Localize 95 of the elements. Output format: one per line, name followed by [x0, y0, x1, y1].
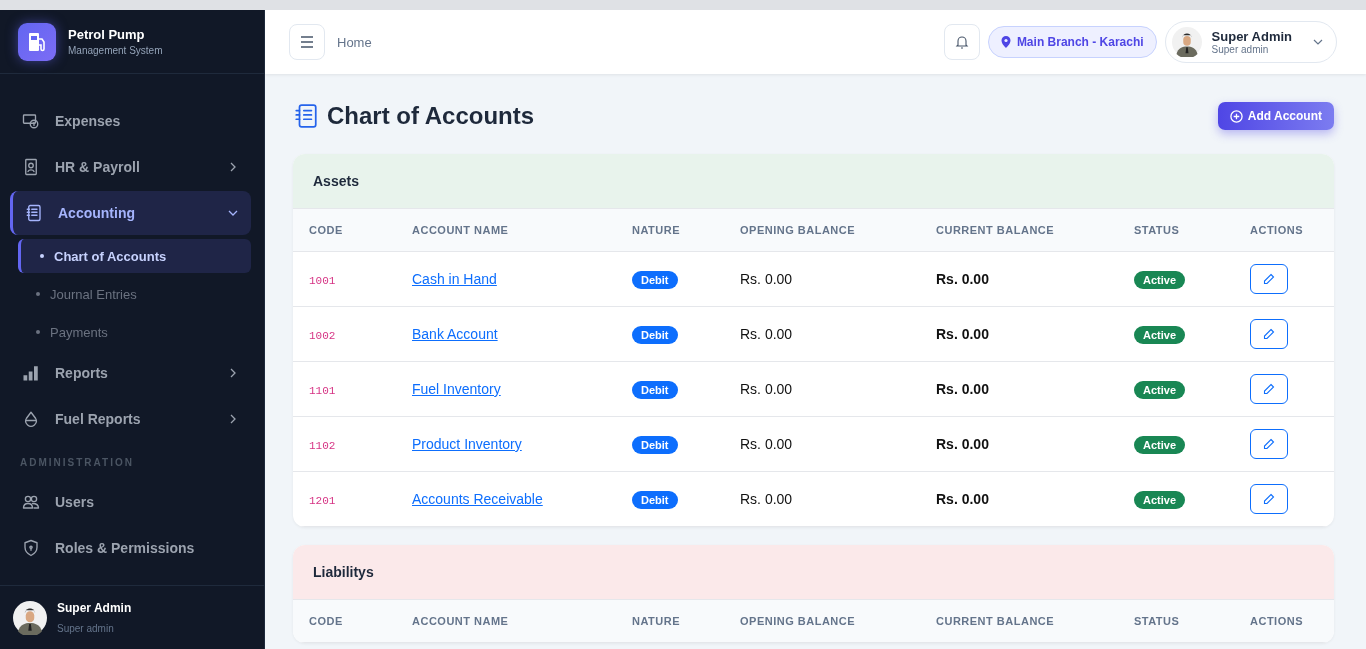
sidebar-item[interactable]: Users [10, 480, 251, 524]
submenu-item[interactable]: Journal Entries [18, 277, 251, 311]
ledger-icon [293, 103, 319, 129]
ledger-icon [25, 204, 43, 222]
column-header: CURRENT BALANCE [936, 224, 1055, 236]
section-title: Liabilitys [313, 564, 374, 580]
column-header: STATUS [1134, 615, 1180, 627]
edit-button[interactable] [1250, 264, 1288, 294]
opening-balance: Rs. 0.00 [740, 491, 793, 507]
app-subtitle: Management System [68, 45, 163, 56]
branch-selector[interactable]: Main Branch - Karachi [987, 26, 1157, 58]
opening-balance: Rs. 0.00 [740, 326, 793, 342]
breadcrumb: Home [337, 34, 373, 50]
section-title: Assets [313, 173, 359, 189]
opening-balance: Rs. 0.00 [740, 271, 793, 287]
account-link[interactable]: Product Inventory [412, 436, 522, 452]
status-badge: Active [1134, 271, 1186, 289]
page-title: Chart of Accounts [327, 102, 536, 130]
column-header: NATURE [632, 615, 680, 627]
column-header: ACTIONS [1250, 615, 1303, 627]
status-badge: Active [1134, 491, 1186, 509]
sidebar-item[interactable]: Fuel Reports [10, 397, 251, 441]
sidebar-item[interactable]: Reports [10, 351, 251, 395]
account-code: 1101 [309, 385, 336, 397]
account-link[interactable]: Bank Account [412, 326, 498, 342]
avatar-icon [1171, 27, 1202, 57]
section-heading: ADMINISTRATION [19, 456, 135, 470]
account-code: 1102 [309, 440, 336, 452]
submenu-item[interactable]: Payments [18, 315, 251, 349]
column-header: OPENING BALANCE [740, 224, 856, 236]
current-balance: Rs. 0.00 [936, 491, 989, 507]
nature-badge: Debit [632, 326, 678, 344]
account-code: 1201 [309, 495, 336, 507]
column-header: CODE [309, 615, 343, 627]
column-header: NATURE [632, 224, 680, 236]
edit-button[interactable] [1250, 484, 1288, 514]
logo-icon [18, 22, 56, 61]
pencil-icon [1263, 493, 1275, 505]
edit-button[interactable] [1250, 374, 1288, 404]
opening-balance: Rs. 0.00 [740, 381, 793, 397]
status-badge: Active [1134, 326, 1186, 344]
account-link[interactable]: Cash in Hand [412, 271, 497, 287]
id-card-icon [22, 158, 40, 176]
column-header: ACCOUNT NAME [412, 615, 509, 627]
sidebar-item[interactable]: Expenses [10, 99, 251, 143]
submenu-item[interactable]: Chart of Accounts [18, 239, 251, 273]
nature-badge: Debit [632, 491, 678, 509]
drop-icon [22, 410, 40, 428]
current-balance: Rs. 0.00 [936, 436, 989, 452]
menu-button[interactable] [289, 24, 325, 60]
column-header: STATUS [1134, 224, 1180, 236]
current-balance: Rs. 0.00 [936, 326, 989, 342]
plus-circle-icon [1229, 109, 1243, 123]
user-name: Super Admin [57, 601, 132, 615]
user-name: Super Admin [1211, 29, 1292, 44]
sidebar-item[interactable]: Roles & Permissions [10, 526, 251, 570]
opening-balance: Rs. 0.00 [740, 436, 793, 452]
column-header: ACTIONS [1250, 224, 1303, 236]
column-header: CURRENT BALANCE [936, 615, 1055, 627]
current-balance: Rs. 0.00 [936, 381, 989, 397]
profile-menu[interactable]: Super Admin Super admin [1164, 21, 1337, 63]
menu-icon [300, 36, 314, 48]
sidebar-item[interactable]: HR & Payroll [10, 145, 251, 189]
app-title: Petrol Pump [68, 27, 146, 42]
pencil-icon [1263, 438, 1275, 450]
account-link[interactable]: Fuel Inventory [412, 381, 501, 397]
nature-badge: Debit [632, 436, 678, 454]
location-pin-icon [1000, 36, 1011, 48]
users-icon [22, 493, 40, 511]
nature-badge: Debit [632, 381, 678, 399]
pencil-icon [1263, 328, 1275, 340]
edit-button[interactable] [1250, 429, 1288, 459]
avatar-icon [13, 600, 47, 635]
column-header: ACCOUNT NAME [412, 224, 509, 236]
bar-chart-icon [22, 364, 40, 382]
column-header: OPENING BALANCE [740, 615, 856, 627]
notification-button[interactable] [943, 24, 980, 60]
user-role: Super admin [1211, 44, 1270, 55]
status-badge: Active [1134, 381, 1186, 399]
shield-icon [22, 539, 40, 557]
nature-badge: Debit [632, 271, 678, 289]
money-icon [22, 112, 40, 130]
sidebar-item[interactable]: Accounting [10, 191, 251, 235]
user-role: Super admin [57, 623, 115, 634]
account-link[interactable]: Accounts Receivable [412, 491, 543, 507]
edit-button[interactable] [1250, 319, 1288, 349]
pencil-icon [1263, 383, 1275, 395]
status-badge: Active [1134, 436, 1186, 454]
bell-icon [954, 35, 969, 49]
add-account-button[interactable]: Add Account [1217, 102, 1334, 130]
pencil-icon [1263, 273, 1275, 285]
account-code: 1002 [309, 330, 336, 342]
column-header: CODE [309, 224, 343, 236]
account-code: 1001 [309, 275, 336, 287]
current-balance: Rs. 0.00 [936, 271, 989, 287]
